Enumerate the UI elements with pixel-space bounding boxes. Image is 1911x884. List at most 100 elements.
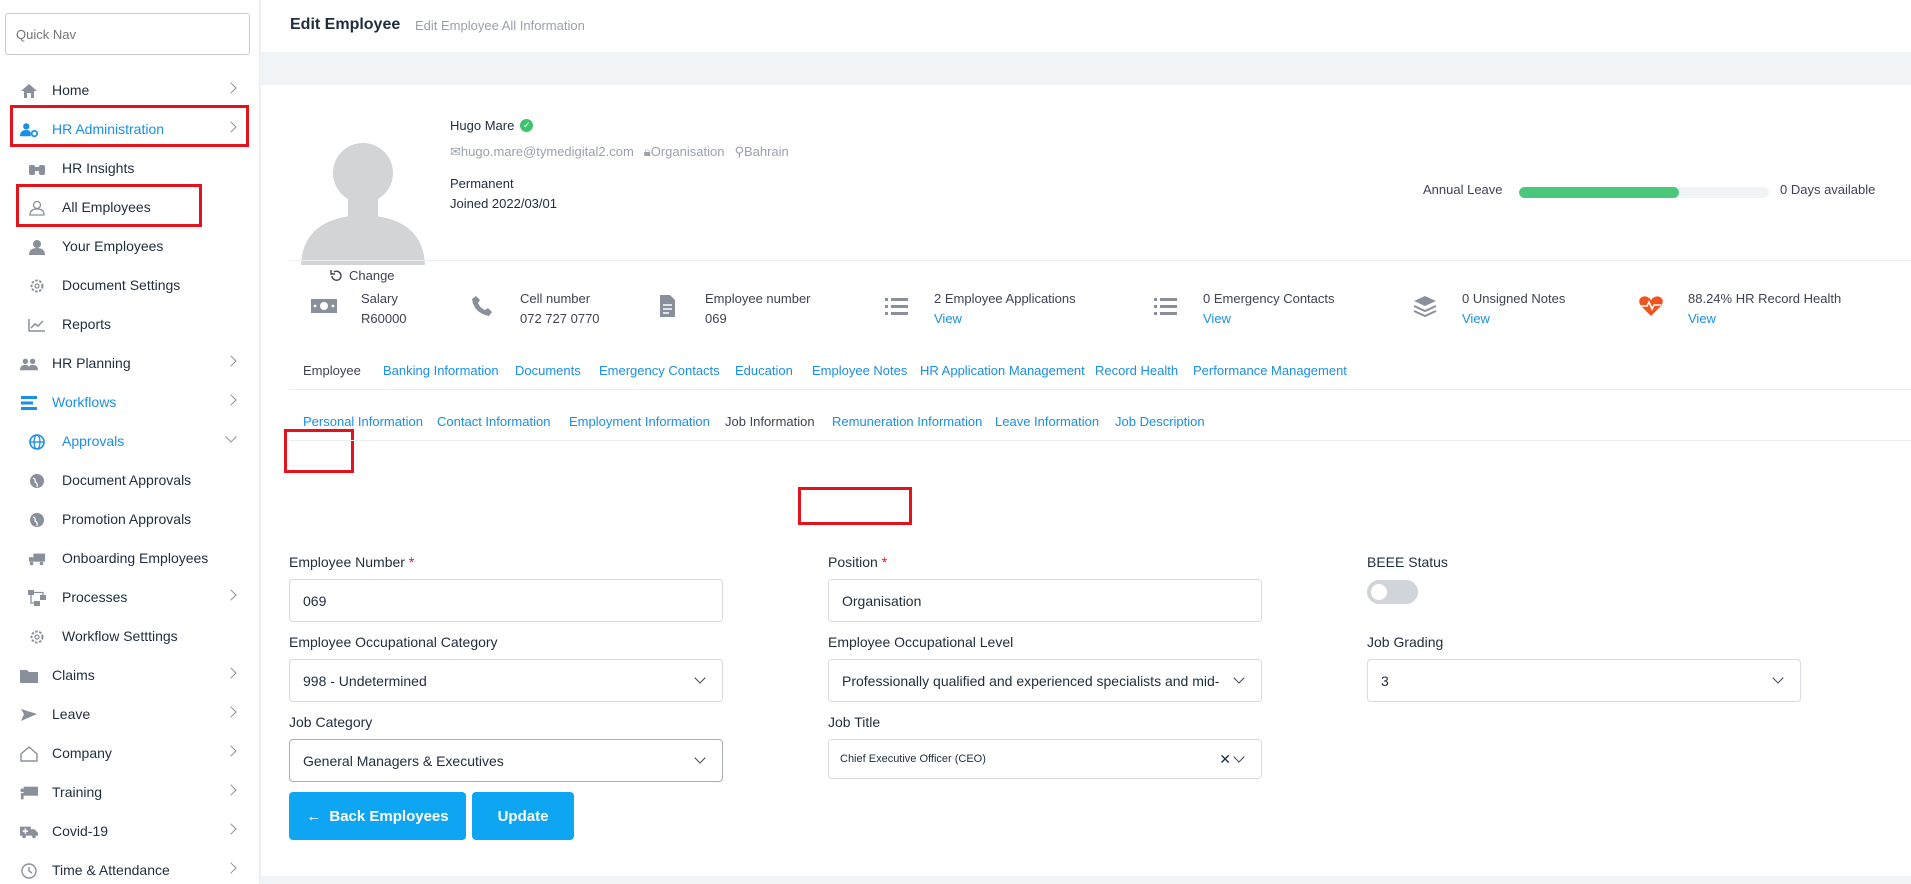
globe-icon bbox=[28, 472, 46, 490]
tab-record-health[interactable]: Record Health bbox=[1095, 363, 1178, 378]
job-grading-select[interactable]: 3 bbox=[1367, 659, 1801, 702]
occupational-level-select[interactable]: Professionally qualified and experienced… bbox=[828, 659, 1262, 702]
chevron-right-icon bbox=[225, 667, 237, 679]
sidebar-item-company[interactable]: Company bbox=[0, 734, 259, 773]
clear-icon[interactable]: ✕ bbox=[1219, 751, 1231, 768]
truck-icon bbox=[28, 550, 46, 568]
chevron-right-icon bbox=[225, 394, 237, 406]
chart-line-icon bbox=[28, 316, 46, 334]
map-pin-icon: ⚲ bbox=[734, 144, 744, 159]
chevron-right-icon bbox=[225, 862, 237, 874]
tab-personal-information[interactable]: Personal Information bbox=[303, 414, 423, 429]
sidebar-item-label: Leave bbox=[52, 706, 91, 722]
tab-employee-notes[interactable]: Employee Notes bbox=[812, 363, 907, 378]
sidebar-item-promotion-approvals[interactable]: Promotion Approvals bbox=[0, 500, 259, 539]
change-photo-button[interactable]: Change bbox=[329, 268, 395, 283]
view-record-health-link[interactable]: View bbox=[1688, 311, 1716, 326]
job-title-select[interactable]: Chief Executive Officer (CEO) ✕ bbox=[828, 739, 1262, 779]
sidebar-item-approvals[interactable]: Approvals bbox=[0, 422, 259, 461]
sidebar-item-document-settings[interactable]: Document Settings bbox=[0, 266, 259, 305]
sidebar-item-label: Company bbox=[52, 745, 112, 761]
sidebar-item-onboarding-employees[interactable]: Onboarding Employees bbox=[0, 539, 259, 578]
sidebar-item-label: Covid-19 bbox=[52, 823, 109, 839]
sidebar-item-training[interactable]: Training bbox=[0, 773, 259, 812]
job-category-label: Job Category bbox=[289, 714, 373, 730]
occupational-category-select[interactable]: 998 - Undetermined bbox=[289, 659, 723, 702]
sidebar-item-your-employees[interactable]: Your Employees bbox=[0, 227, 259, 266]
job-category-select[interactable]: General Managers & Executives bbox=[289, 739, 723, 782]
sidebar-item-hr-planning[interactable]: HR Planning bbox=[0, 344, 259, 383]
employee-number-input[interactable]: 069 bbox=[289, 579, 723, 622]
job-title-label: Job Title bbox=[828, 714, 881, 730]
flow-icon bbox=[28, 589, 46, 607]
document-icon bbox=[660, 295, 675, 317]
tab-leave-information[interactable]: Leave Information bbox=[995, 414, 1099, 429]
leave-available: 0 Days available bbox=[1780, 182, 1876, 197]
update-label: Update bbox=[497, 807, 549, 825]
quick-nav-input[interactable] bbox=[5, 13, 250, 55]
tab-employee[interactable]: Employee bbox=[303, 363, 361, 378]
sidebar-item-reports[interactable]: Reports bbox=[0, 305, 259, 344]
annual-leave-progress bbox=[1519, 187, 1769, 198]
stat-title: 2 Employee Applications bbox=[934, 291, 1076, 306]
sidebar-item-label: Claims bbox=[52, 667, 95, 683]
list-icon bbox=[885, 298, 908, 315]
tab-contact-information[interactable]: Contact Information bbox=[437, 414, 550, 429]
view-unsigned-notes-link[interactable]: View bbox=[1462, 311, 1490, 326]
view-emergency-contacts-link[interactable]: View bbox=[1203, 311, 1231, 326]
tab-education[interactable]: Education bbox=[735, 363, 793, 378]
sidebar-item-covid-19[interactable]: Covid-19 bbox=[0, 812, 259, 851]
update-button[interactable]: Update bbox=[472, 792, 574, 840]
view-applications-link[interactable]: View bbox=[934, 311, 962, 326]
employee-organisation: 🔒︎Organisation bbox=[643, 144, 725, 159]
position-input[interactable]: Organisation bbox=[828, 579, 1262, 622]
money-icon bbox=[311, 299, 337, 313]
sidebar-item-processes[interactable]: Processes bbox=[0, 578, 259, 617]
employee-email[interactable]: ✉hugo.mare@tymedigital2.com bbox=[450, 144, 634, 160]
avatar[interactable] bbox=[293, 125, 433, 265]
sidebar-item-leave[interactable]: Leave bbox=[0, 695, 259, 734]
sidebar-item-label: Onboarding Employees bbox=[62, 550, 209, 566]
stat-title: Cell number bbox=[520, 291, 591, 306]
chevron-down-icon bbox=[694, 672, 706, 684]
page-title: Edit Employee bbox=[290, 16, 401, 33]
stat-title: 0 Unsigned Notes bbox=[1462, 291, 1566, 306]
sidebar-item-label: Workflows bbox=[52, 394, 117, 410]
sidebar-item-label: Processes bbox=[62, 589, 128, 605]
employee-name: Hugo Mare ✓ bbox=[450, 118, 534, 133]
clock-icon bbox=[20, 862, 38, 880]
sidebar-item-hr-insights[interactable]: HR Insights bbox=[0, 149, 259, 188]
highlight-box bbox=[798, 487, 912, 525]
job-grading-label: Job Grading bbox=[1367, 634, 1444, 650]
tab-job-description[interactable]: Job Description bbox=[1115, 414, 1205, 429]
beee-status-toggle[interactable] bbox=[1367, 580, 1418, 604]
tab-performance-management[interactable]: Performance Management bbox=[1193, 363, 1347, 378]
tab-documents[interactable]: Documents bbox=[515, 363, 581, 378]
sidebar-item-claims[interactable]: Claims bbox=[0, 656, 259, 695]
tab-employment-information[interactable]: Employment Information bbox=[569, 414, 710, 429]
tab-emergency-contacts[interactable]: Emergency Contacts bbox=[599, 363, 720, 378]
sidebar-item-label: Home bbox=[52, 82, 90, 98]
phone-icon bbox=[472, 296, 492, 316]
sidebar-item-workflows[interactable]: Workflows bbox=[0, 383, 259, 422]
back-employees-button[interactable]: ← Back Employees bbox=[289, 792, 466, 840]
sidebar-item-document-approvals[interactable]: Document Approvals bbox=[0, 461, 259, 500]
stat-title: Employee number bbox=[705, 291, 811, 306]
sidebar-item-label: Time & Attendance bbox=[52, 862, 170, 878]
main-tabs: Employee Banking Information Documents E… bbox=[289, 350, 1911, 390]
globe-icon bbox=[28, 433, 46, 451]
sidebar-item-label: Document Settings bbox=[62, 277, 181, 293]
sidebar-item-workflow-settings[interactable]: Workflow Setttings bbox=[0, 617, 259, 656]
tab-hr-application-management[interactable]: HR Application Management bbox=[920, 363, 1085, 378]
employee-location: ⚲Bahrain bbox=[734, 144, 789, 159]
tab-remuneration-information[interactable]: Remuneration Information bbox=[832, 414, 982, 429]
sidebar-item-time-attendance[interactable]: Time & Attendance bbox=[0, 851, 259, 884]
layers-icon bbox=[1413, 296, 1437, 317]
tab-job-information[interactable]: Job Information bbox=[725, 414, 815, 429]
back-employees-label: Back Employees bbox=[329, 807, 449, 825]
chalkboard-icon bbox=[20, 784, 38, 802]
chevron-down-icon bbox=[694, 752, 706, 764]
chevron-right-icon bbox=[225, 745, 237, 757]
tab-banking-information[interactable]: Banking Information bbox=[383, 363, 499, 378]
sidebar-item-label: Training bbox=[52, 784, 103, 800]
